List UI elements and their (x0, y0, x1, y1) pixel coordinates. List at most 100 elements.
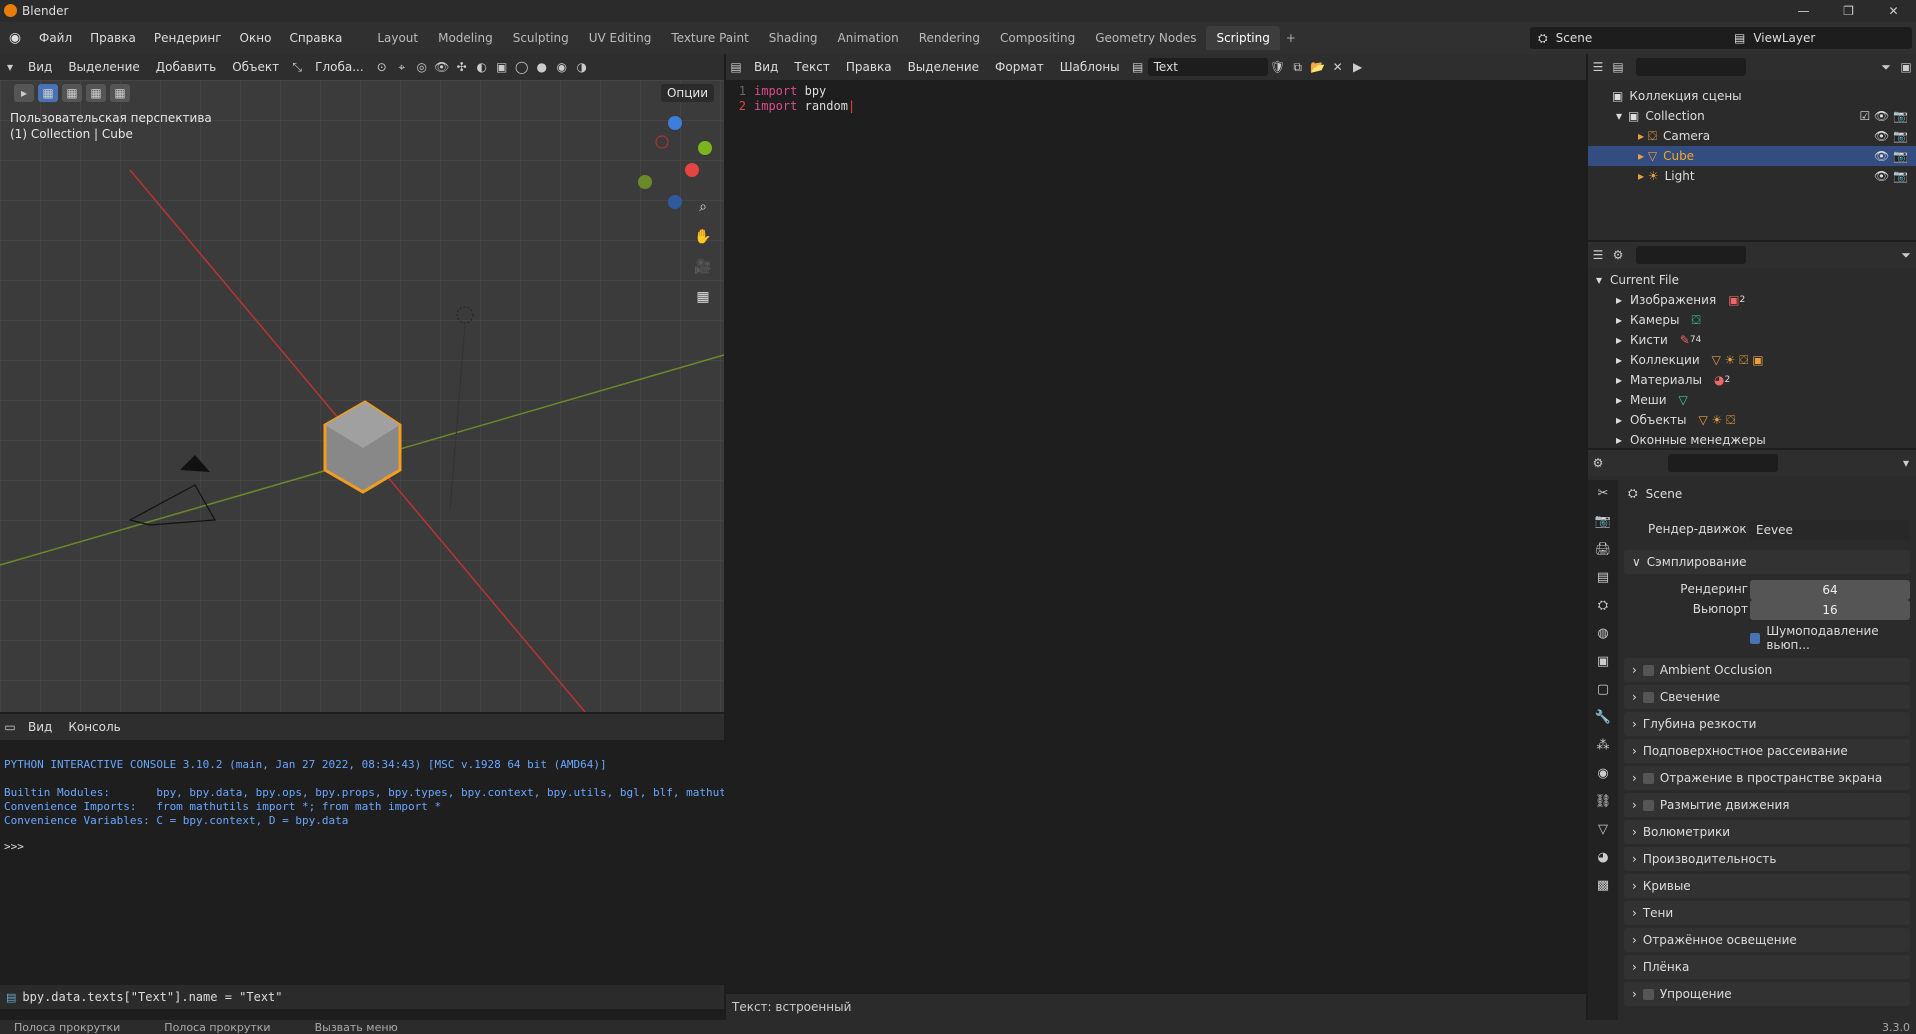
viewport-menu-view[interactable]: Вид (20, 60, 60, 74)
tree-collection[interactable]: ▾ ▣ Collection ☑ 👁 📷 (1588, 106, 1916, 126)
tree-window-managers[interactable]: ▸ Оконные менеджеры (1588, 430, 1916, 448)
menu-window[interactable]: Окно (231, 31, 281, 45)
tab-compositing[interactable]: Compositing (990, 26, 1085, 50)
view-layer-tab-icon[interactable]: ▤ (1588, 564, 1618, 592)
text-menu-format[interactable]: Формат (987, 60, 1052, 74)
console-menu-console[interactable]: Консоль (60, 720, 128, 734)
render-tab-icon[interactable]: 📷 (1588, 508, 1618, 536)
properties-editor[interactable]: ⚙ ▾ ✂ 📷 🖨 ▤ ⛭ ◍ ▣ ▢ 🔧 ⁂ ◉ ⛓ ▽ ◕ ▩ ⛭ Scen… (1588, 450, 1916, 1020)
object-tab-icon[interactable]: ▢ (1588, 676, 1618, 704)
tool-tab-icon[interactable]: ✂ (1588, 480, 1618, 508)
text-menu-view[interactable]: Вид (746, 60, 786, 74)
world-tab-icon[interactable]: ◍ (1588, 620, 1618, 648)
display-mode-icon[interactable]: ▤ (1608, 58, 1628, 76)
render-samples-field[interactable]: 64 (1750, 580, 1910, 600)
tab-uv-editing[interactable]: UV Editing (579, 26, 662, 50)
tree-materials[interactable]: ▸ Материалы ◕ 2 (1588, 370, 1916, 390)
tree-objects[interactable]: ▸ Объекты ▽ ☀ ⛋ (1588, 410, 1916, 430)
collection-visibility-icons[interactable]: ☑ 👁 📷 (1859, 109, 1908, 123)
code-area[interactable]: 1 import bpy 2 import random | (726, 80, 1586, 994)
text-editor[interactable]: ▤ Вид Текст Правка Выделение Формат Шабл… (726, 54, 1586, 1020)
tree-meshes[interactable]: ▸ Меши ▽ (1588, 390, 1916, 410)
outliner[interactable]: ☰ ▤ ⏷ ▣ ▣ Коллекция сцены ▾ ▣ Collection… (1588, 54, 1916, 240)
material-shading-icon[interactable]: ◉ (552, 58, 572, 76)
outliner-search-input[interactable] (1636, 58, 1746, 76)
text-editor-type-icon[interactable]: ▤ (726, 58, 746, 76)
blender-menu-icon[interactable]: ◉ (0, 30, 30, 46)
new-collection-icon[interactable]: ▣ (1896, 58, 1916, 76)
3d-viewport[interactable]: ▾ Вид Выделение Добавить Объект ⤡ Глоба.… (0, 54, 724, 712)
scene-tab-icon[interactable]: ⛭ (1588, 592, 1618, 620)
blend-file-browser[interactable]: ☰ ⚙ ⏷ ▾ Current File ▸ Изображения ▣ 2 ▸ Кам… (1588, 242, 1916, 448)
expand-arrow-icon[interactable]: ▾ (1596, 273, 1602, 287)
camera-visibility-icons[interactable]: 👁 📷 (1874, 129, 1908, 143)
browser-display-mode-icon[interactable]: ⚙ (1608, 246, 1628, 264)
add-workspace-icon[interactable]: + (1280, 26, 1302, 50)
viewport-menu-select[interactable]: Выделение (60, 60, 147, 74)
panel-bloom[interactable]: › Свечение (1624, 685, 1910, 709)
render-engine-dropdown[interactable]: Eevee (1750, 520, 1910, 540)
tab-rendering[interactable]: Rendering (909, 26, 990, 50)
text-menu-edit[interactable]: Правка (838, 60, 900, 74)
cube-visibility-icons[interactable]: 👁 📷 (1874, 149, 1908, 163)
text-menu-text[interactable]: Текст (786, 60, 838, 74)
tree-cameras[interactable]: ▸ Камеры ⛋ (1588, 310, 1916, 330)
minimize-button[interactable]: — (1781, 0, 1826, 22)
tree-item-camera[interactable]: ▸ ⛋ Camera 👁 📷 (1588, 126, 1916, 146)
browser-editor-type-icon[interactable]: ☰ (1588, 246, 1608, 264)
panel-performance[interactable]: › Производительность (1624, 847, 1910, 871)
panel-volumetrics[interactable]: › Волюметрики (1624, 820, 1910, 844)
ortho-grid-icon[interactable]: ▦ (690, 284, 716, 310)
tab-modeling[interactable]: Modeling (428, 26, 503, 50)
tab-shading[interactable]: Shading (759, 26, 828, 50)
python-console[interactable]: ▭ Вид Консоль PYTHON INTERACTIVE CONSOLE… (0, 714, 724, 1020)
open-text-icon[interactable]: 📂 (1308, 58, 1328, 76)
text-menu-select[interactable]: Выделение (900, 60, 987, 74)
wireframe-shading-icon[interactable]: ◯ (512, 58, 532, 76)
fake-user-icon[interactable]: 🛡 (1268, 58, 1288, 76)
panel-curves[interactable]: › Кривые (1624, 874, 1910, 898)
browser-filter-icon[interactable]: ⏷ (1896, 246, 1916, 264)
filter-icon[interactable]: ⏷ (1876, 58, 1896, 76)
constraint-tab-icon[interactable]: ⛓ (1588, 788, 1618, 816)
gizmo-icon[interactable]: ✣ (452, 58, 472, 76)
output-tab-icon[interactable]: 🖨 (1588, 536, 1618, 564)
zoom-icon[interactable]: ⌕ (690, 194, 716, 220)
collection-tab-icon[interactable]: ▣ (1588, 648, 1618, 676)
tree-brushes[interactable]: ▸ Кисти ✎ 74 (1588, 330, 1916, 350)
tree-item-light[interactable]: ▸ ☀ Light 👁 📷 (1588, 166, 1916, 186)
tab-scripting[interactable]: Scripting (1206, 26, 1280, 50)
tab-texture-paint[interactable]: Texture Paint (661, 26, 758, 50)
denoise-checkbox[interactable]: Шумоподавление вьюп... (1750, 624, 1916, 652)
particles-tab-icon[interactable]: ⁂ (1588, 732, 1618, 760)
panel-sss[interactable]: › Подповерхностное рассеивание (1624, 739, 1910, 763)
run-script-icon[interactable]: ▶ (1348, 58, 1368, 76)
camera-view-icon[interactable]: 🎥 (690, 254, 716, 280)
properties-editor-type-icon[interactable]: ⚙ (1588, 454, 1608, 472)
tree-scene-collection[interactable]: ▣ Коллекция сцены (1588, 86, 1916, 106)
console-menu-view[interactable]: Вид (20, 720, 60, 734)
properties-search-input[interactable] (1668, 454, 1778, 472)
pan-hand-icon[interactable]: ✋ (690, 224, 716, 250)
panel-film[interactable]: › Плёнка (1624, 955, 1910, 979)
snap-icon[interactable]: ⌖ (392, 58, 412, 76)
tab-layout[interactable]: Layout (367, 26, 428, 50)
panel-motion-blur[interactable]: › Размытие движения (1624, 793, 1910, 817)
pivot-icon[interactable]: ⊙ (372, 58, 392, 76)
panel-dof[interactable]: › Глубина резкости (1624, 712, 1910, 736)
modifier-tab-icon[interactable]: 🔧 (1588, 704, 1618, 732)
maximize-button[interactable]: ❐ (1826, 0, 1871, 22)
physics-tab-icon[interactable]: ◉ (1588, 760, 1618, 788)
browser-search-input[interactable] (1636, 246, 1746, 264)
tab-sculpting[interactable]: Sculpting (503, 26, 579, 50)
expand-arrow-icon[interactable]: ▾ (1616, 109, 1622, 123)
panel-simplify[interactable]: › Упрощение (1624, 982, 1910, 1006)
panel-sampling[interactable]: ∨ Сэмплирование (1624, 550, 1910, 574)
menu-render[interactable]: Рендеринг (145, 31, 231, 45)
viewport-menu-add[interactable]: Добавить (148, 60, 224, 74)
text-menu-templates[interactable]: Шаблоны (1052, 60, 1128, 74)
tab-geometry-nodes[interactable]: Geometry Nodes (1085, 26, 1206, 50)
menu-help[interactable]: Справка (280, 31, 351, 45)
panel-shadows[interactable]: › Тени (1624, 901, 1910, 925)
tree-collections[interactable]: ▸ Коллекции ▽ ☀ ⛋ ▣ (1588, 350, 1916, 370)
